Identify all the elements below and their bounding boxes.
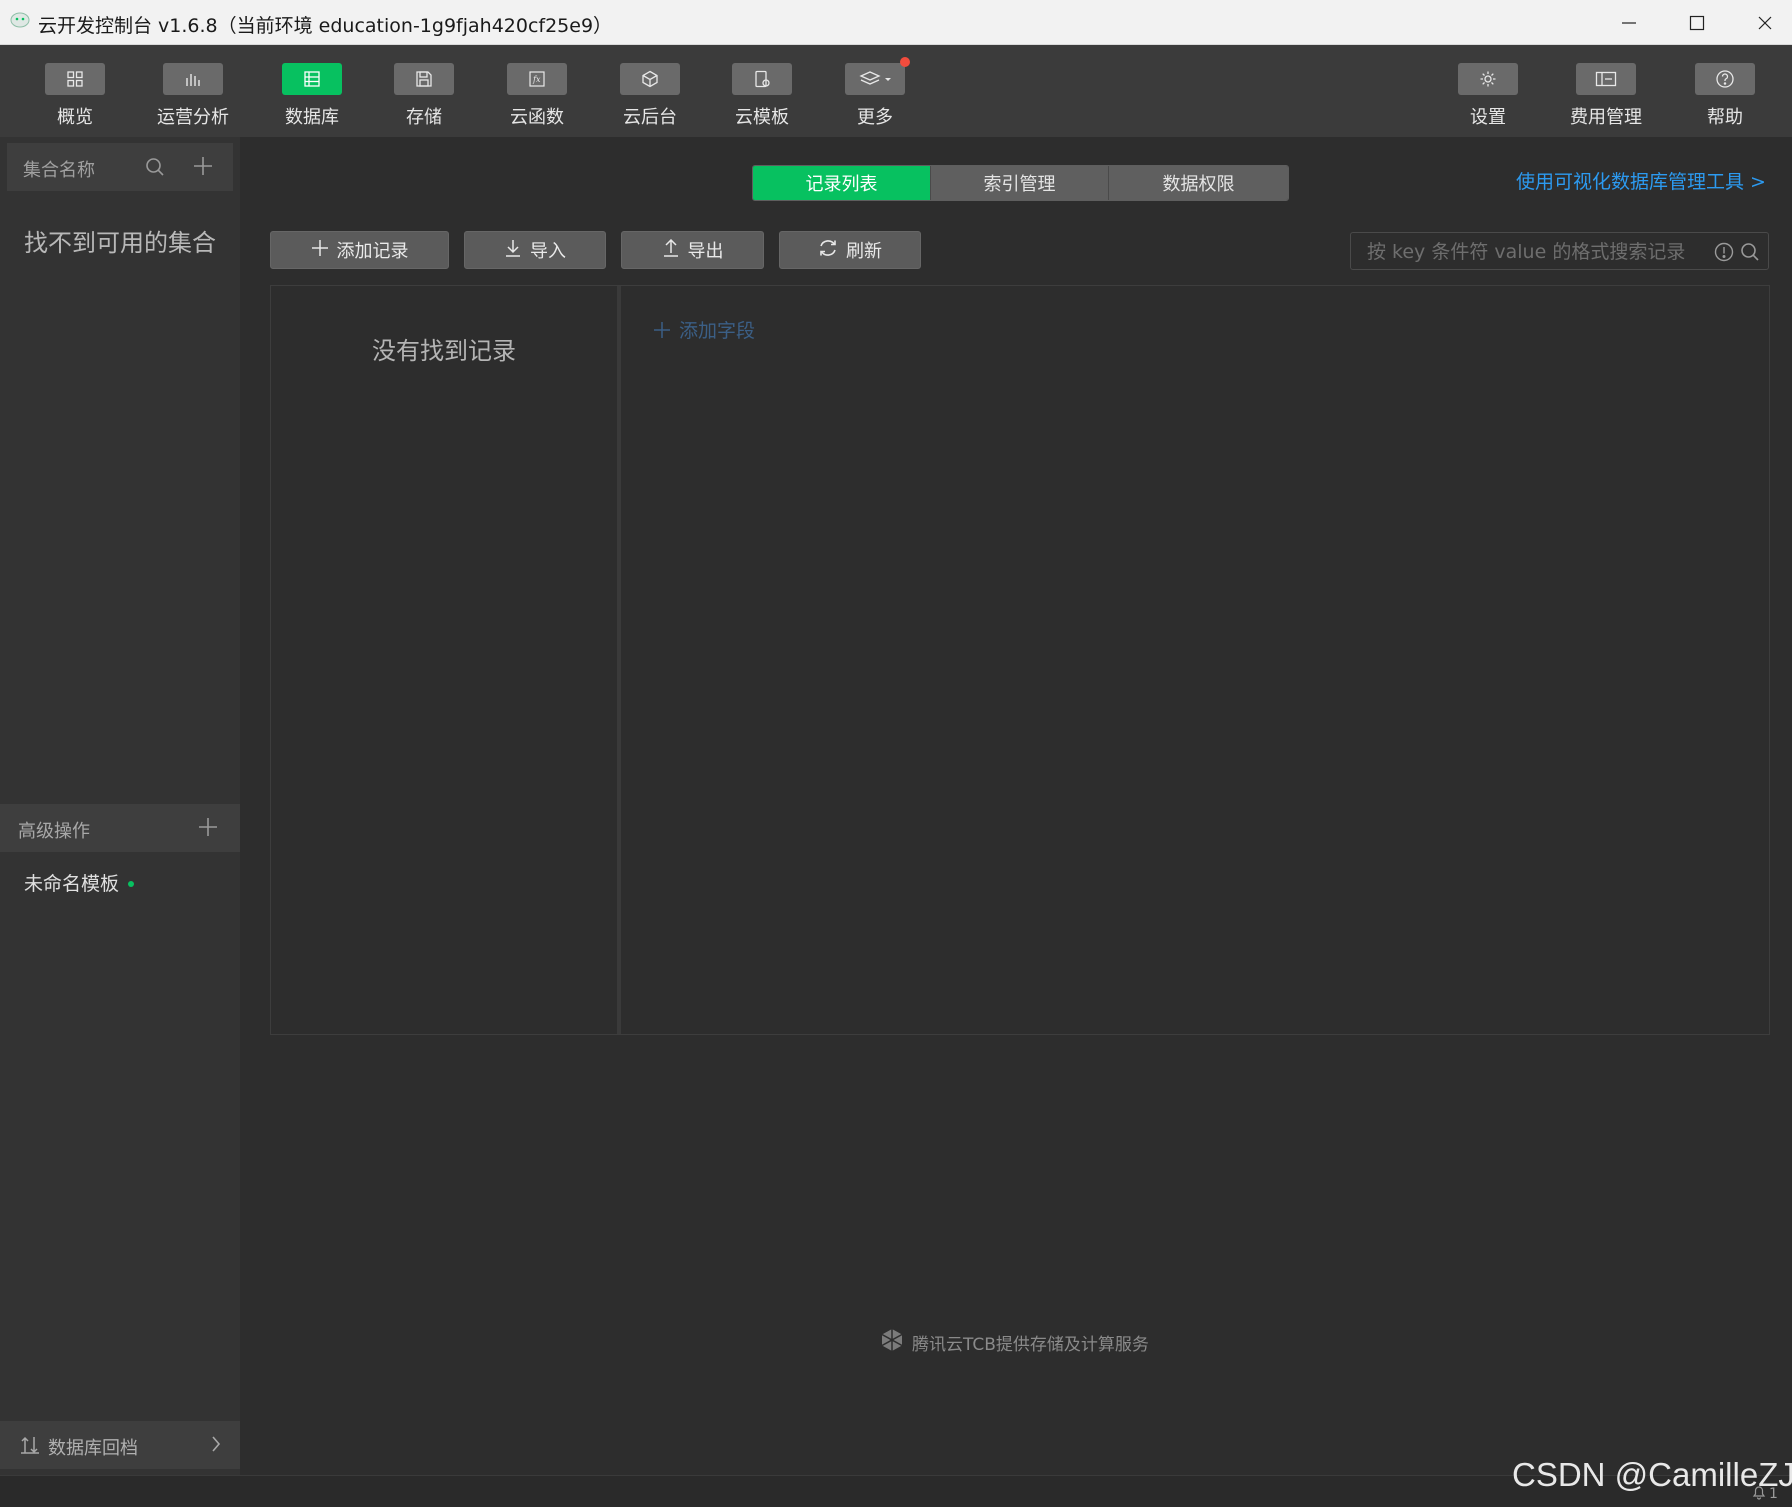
toolbar-label: 概览 bbox=[57, 107, 93, 128]
toolbar-label: 设置 bbox=[1470, 107, 1506, 128]
bar-chart-icon bbox=[163, 63, 223, 95]
svg-text:fx: fx bbox=[532, 75, 541, 84]
provider-note-text: 腾讯云TCB提供存储及计算服务 bbox=[912, 1335, 1149, 1355]
records-list: 没有找到记录 bbox=[271, 286, 621, 1034]
template-item[interactable]: 未命名模板 bbox=[24, 869, 119, 896]
tencent-cloud-logo-icon bbox=[880, 1328, 904, 1357]
toolbar-label: 运营分析 bbox=[157, 107, 229, 128]
refresh-label: 刷新 bbox=[846, 241, 882, 262]
no-records-message: 没有找到记录 bbox=[372, 337, 516, 365]
add-field-button[interactable]: 添加字段 bbox=[653, 316, 755, 343]
minimize-button[interactable] bbox=[1596, 0, 1662, 45]
record-search-input[interactable] bbox=[1365, 240, 1699, 264]
add-record-label: 添加记录 bbox=[336, 241, 409, 262]
close-window-button[interactable] bbox=[1732, 0, 1792, 45]
main-toolbar: 概览 运营分析 数据库 存储 fx 云函数 云后台 云模板 更多 设置 费用管理… bbox=[0, 45, 1792, 137]
toolbar-label: 更多 bbox=[857, 107, 893, 128]
bell-icon bbox=[1752, 1484, 1766, 1504]
toolbar-cloud-functions[interactable]: fx 云函数 bbox=[487, 63, 587, 133]
toolbar-storage[interactable]: 存储 bbox=[374, 63, 474, 133]
export-label: 导出 bbox=[687, 241, 724, 262]
sort-arrows-icon bbox=[20, 1435, 40, 1459]
toolbar-cloud-backend[interactable]: 云后台 bbox=[600, 63, 700, 133]
tab-data-permissions[interactable]: 数据权限 bbox=[1109, 166, 1288, 200]
toolbar-label: 云后台 bbox=[623, 107, 677, 128]
notification-count: 1 bbox=[1769, 1486, 1778, 1502]
chevron-right-icon bbox=[210, 1435, 222, 1457]
add-collection-icon[interactable] bbox=[193, 156, 213, 180]
upload-icon bbox=[662, 238, 680, 262]
layers-icon bbox=[845, 57, 910, 95]
refresh-icon bbox=[818, 238, 838, 263]
app-logo-icon bbox=[10, 12, 30, 28]
cube-icon bbox=[620, 63, 680, 95]
records-panel: 没有找到记录 添加字段 bbox=[270, 285, 1770, 1035]
download-icon bbox=[504, 239, 522, 262]
add-record-button[interactable]: 添加记录 bbox=[270, 231, 449, 269]
maximize-button[interactable] bbox=[1664, 0, 1730, 45]
toolbar-label: 帮助 bbox=[1707, 107, 1743, 128]
advanced-operations-label: 高级操作 bbox=[18, 821, 90, 842]
collection-header-label: 集合名称 bbox=[23, 160, 95, 181]
database-icon bbox=[282, 63, 342, 95]
plus-icon bbox=[654, 321, 670, 338]
database-tabs: 记录列表 索引管理 数据权限 bbox=[752, 165, 1289, 201]
gear-icon bbox=[1458, 63, 1518, 95]
watermark: CSDN @CamilleZJ bbox=[1512, 1456, 1792, 1493]
status-dot-icon bbox=[128, 881, 134, 887]
tab-index-management[interactable]: 索引管理 bbox=[931, 166, 1109, 200]
export-button[interactable]: 导出 bbox=[621, 231, 764, 269]
toolbar-label: 云函数 bbox=[510, 107, 564, 128]
notifications[interactable]: 1 bbox=[1752, 1484, 1778, 1504]
visual-db-tool-link[interactable]: 使用可视化数据库管理工具 > bbox=[1516, 167, 1766, 194]
toolbar-overview[interactable]: 概览 bbox=[25, 63, 125, 133]
window-titlebar: 云开发控制台 v1.6.8（当前环境 education-1g9fjah420c… bbox=[0, 0, 1792, 45]
advanced-operations-header: 高级操作 bbox=[0, 804, 240, 852]
notification-badge bbox=[900, 57, 910, 67]
search-icon[interactable] bbox=[1740, 242, 1760, 266]
plus-icon bbox=[311, 239, 329, 262]
toolbar-help[interactable]: 帮助 bbox=[1675, 63, 1775, 133]
toolbar-billing[interactable]: 费用管理 bbox=[1556, 63, 1656, 133]
empty-collections-message: 找不到可用的集合 bbox=[24, 229, 216, 257]
toolbar-settings[interactable]: 设置 bbox=[1438, 63, 1538, 133]
grid-icon bbox=[45, 63, 105, 95]
refresh-button[interactable]: 刷新 bbox=[779, 231, 921, 269]
toolbar-more[interactable]: 更多 bbox=[825, 57, 925, 133]
info-icon[interactable] bbox=[1714, 242, 1734, 266]
database-rollback-button[interactable]: 数据库回档 bbox=[0, 1421, 240, 1469]
add-field-label: 添加字段 bbox=[679, 320, 756, 342]
toolbar-label: 数据库 bbox=[285, 107, 339, 128]
toolbar-database[interactable]: 数据库 bbox=[262, 63, 362, 133]
toolbar-label: 云模板 bbox=[735, 107, 789, 128]
toolbar-label: 存储 bbox=[406, 107, 442, 128]
template-icon bbox=[732, 63, 792, 95]
toolbar-cloud-template[interactable]: 云模板 bbox=[712, 63, 812, 133]
billing-icon bbox=[1576, 63, 1636, 95]
toolbar-label: 费用管理 bbox=[1570, 107, 1642, 128]
save-icon bbox=[394, 63, 454, 95]
rollback-label: 数据库回档 bbox=[48, 1438, 138, 1459]
window-title: 云开发控制台 v1.6.8（当前环境 education-1g9fjah420c… bbox=[38, 15, 613, 37]
help-icon bbox=[1695, 63, 1755, 95]
record-search bbox=[1350, 232, 1769, 270]
search-icon[interactable] bbox=[145, 157, 165, 181]
function-icon: fx bbox=[507, 63, 567, 95]
add-template-icon[interactable] bbox=[198, 817, 218, 841]
import-button[interactable]: 导入 bbox=[464, 231, 606, 269]
provider-note: 腾讯云TCB提供存储及计算服务 bbox=[880, 1328, 1149, 1357]
tab-record-list[interactable]: 记录列表 bbox=[753, 166, 931, 200]
collections-sidebar: 集合名称 找不到可用的集合 高级操作 未命名模板 数据库回档 bbox=[0, 137, 240, 1475]
import-label: 导入 bbox=[530, 241, 566, 262]
toolbar-analytics[interactable]: 运营分析 bbox=[143, 63, 243, 133]
collection-header: 集合名称 bbox=[7, 143, 233, 191]
